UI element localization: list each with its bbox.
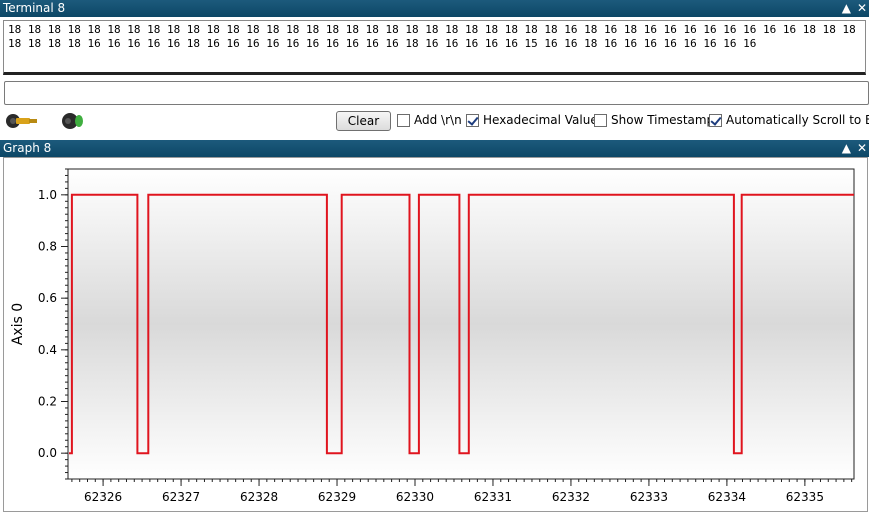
close-icon[interactable]: ✕ — [857, 0, 867, 17]
y-axis: 0.0 0.2 0.4 0.6 0.8 1.0 — [38, 168, 68, 480]
collapse-icon[interactable]: ▲ — [842, 140, 851, 157]
x-tick-label: 62331 — [474, 490, 512, 504]
y-tick-label: 0.8 — [38, 240, 57, 254]
x-tick-label: 62333 — [630, 490, 668, 504]
x-tick-label: 62327 — [162, 490, 200, 504]
x-axis: 62326 62327 62328 62329 62330 62331 62332 62333… — [71, 479, 853, 504]
terminal-title-bar: Terminal 8 ▲ ✕ — [0, 0, 869, 17]
collapse-icon[interactable]: ▲ — [842, 0, 851, 17]
hex-values-label: Hexadecimal Values — [483, 113, 604, 127]
y-axis-label: Axis 0 — [10, 303, 26, 345]
add-crlf-label: Add \r\n — [414, 113, 462, 127]
hex-values-box[interactable] — [466, 113, 479, 127]
hex-values-checkbox[interactable]: Hexadecimal Values — [466, 113, 604, 127]
add-crlf-box[interactable] — [397, 113, 410, 127]
graph-area[interactable]: 0.0 0.2 0.4 0.6 0.8 1.0 62326 62327 62328 62329 6… — [3, 157, 869, 513]
y-tick-label: 0.0 — [38, 446, 57, 460]
x-tick-label: 62326 — [84, 490, 122, 504]
y-tick-label: 0.2 — [38, 395, 57, 409]
send-input[interactable] — [4, 81, 869, 105]
x-tick-label: 62332 — [552, 490, 590, 504]
terminal-output[interactable]: 18 18 18 18 18 18 18 18 18 18 18 18 18 1… — [3, 20, 866, 75]
terminal-output-text: 18 18 18 18 18 18 18 18 18 18 18 18 18 1… — [8, 23, 863, 50]
plug-connected-icon[interactable] — [4, 110, 38, 132]
graph-title-bar: Graph 8 ▲ ✕ — [0, 140, 869, 157]
x-tick-label: 62329 — [318, 490, 356, 504]
y-tick-label: 1.0 — [38, 188, 57, 202]
show-timestamp-label: Show Timestamp — [611, 113, 715, 127]
x-tick-label: 62330 — [396, 490, 434, 504]
terminal-toolbar: Clear Add \r\n Hexadecimal Values Show T… — [0, 109, 869, 133]
graph-title: Graph 8 — [3, 141, 52, 155]
auto-scroll-label: Automatically Scroll to End — [726, 113, 869, 127]
clear-button[interactable]: Clear — [336, 111, 391, 131]
x-tick-label: 62334 — [708, 490, 746, 504]
x-tick-label: 62328 — [240, 490, 278, 504]
auto-scroll-box[interactable] — [709, 113, 722, 127]
y-tick-label: 0.6 — [38, 291, 57, 305]
plug-disconnected-icon[interactable] — [52, 110, 86, 132]
close-icon[interactable]: ✕ — [857, 140, 867, 157]
terminal-title: Terminal 8 — [3, 1, 66, 15]
show-timestamp-box[interactable] — [594, 113, 607, 127]
plot-background — [67, 168, 855, 480]
x-tick-label: 62335 — [786, 490, 824, 504]
add-crlf-checkbox[interactable]: Add \r\n — [397, 113, 462, 127]
signal-chart[interactable]: 0.00.20.40.60.81.0 62326 62327 62328 62329 6… — [3, 157, 869, 513]
y-tick-label: 0.4 — [38, 343, 57, 357]
auto-scroll-checkbox[interactable]: Automatically Scroll to End — [709, 113, 869, 127]
show-timestamp-checkbox[interactable]: Show Timestamp — [594, 113, 714, 127]
